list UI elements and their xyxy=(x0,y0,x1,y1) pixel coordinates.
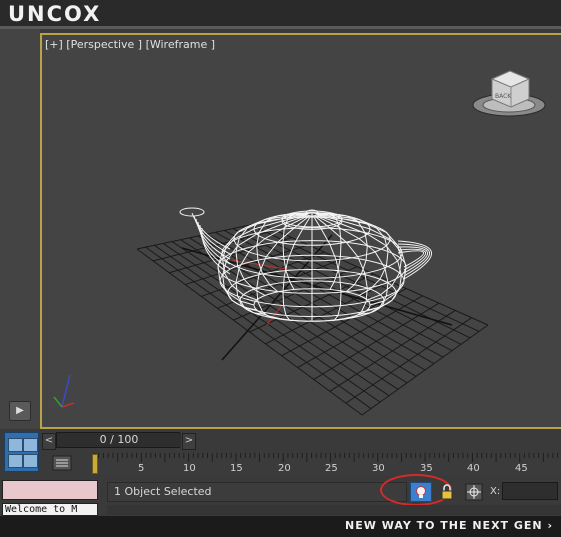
viewport-layout-button[interactable] xyxy=(4,432,39,472)
previous-frame-button[interactable]: < xyxy=(42,433,56,450)
play-button[interactable]: ▶ xyxy=(9,401,31,421)
viewport-scene: BACK xyxy=(53,70,546,416)
layout-pane-icon xyxy=(23,454,38,468)
key-filters-icon[interactable] xyxy=(52,455,72,471)
axis-tripod xyxy=(53,374,75,408)
brand-divider xyxy=(0,26,561,29)
track-tick-label: 30 xyxy=(372,463,385,474)
isolate-selection-button[interactable] xyxy=(410,482,432,502)
maxscript-input[interactable] xyxy=(2,480,98,500)
track-tick-label: 5 xyxy=(138,463,145,474)
x-coordinate-field[interactable] xyxy=(502,482,558,500)
prompt-line xyxy=(107,505,561,515)
time-slider[interactable]: 0 / 100 xyxy=(56,432,181,448)
tagline: NEW WAY TO THE NEXT GEN › xyxy=(345,519,553,532)
track-tick-label: 25 xyxy=(325,463,338,474)
bulb-icon xyxy=(416,486,426,498)
layout-pane-icon xyxy=(8,438,23,452)
time-slider-frame-display[interactable]: 0 / 100 xyxy=(57,433,181,447)
brand-logo: UNCOX xyxy=(8,2,102,26)
current-frame-marker[interactable] xyxy=(92,454,98,474)
perspective-viewport[interactable]: BACK xyxy=(40,33,561,429)
layout-pane-icon xyxy=(23,438,38,452)
left-tool-column xyxy=(0,29,40,429)
track-tick-label: 20 xyxy=(278,463,291,474)
selection-lock-icon[interactable] xyxy=(438,482,456,502)
layout-pane-icon xyxy=(8,454,23,468)
selection-status-text: 1 Object Selected xyxy=(114,485,212,498)
viewcube-face-label: BACK xyxy=(495,93,512,100)
track-tick-label: 40 xyxy=(467,463,480,474)
track-tick-label: 10 xyxy=(183,463,196,474)
next-frame-button[interactable]: > xyxy=(182,433,196,450)
track-tick-label: 45 xyxy=(515,463,528,474)
track-tick-label: 15 xyxy=(230,463,243,474)
absolute-mode-transform-icon[interactable] xyxy=(464,482,484,502)
track-bar[interactable]: 5 10 15 20 25 30 35 40 45 xyxy=(92,453,561,475)
x-coordinate-label: X: xyxy=(490,486,501,497)
track-tick-label: 35 xyxy=(420,463,433,474)
viewport-label[interactable]: [+] [Perspective ] [Wireframe ] xyxy=(45,38,215,51)
viewcube: BACK xyxy=(472,70,546,117)
maxscript-listener-output[interactable]: Welcome to M xyxy=(2,503,98,516)
